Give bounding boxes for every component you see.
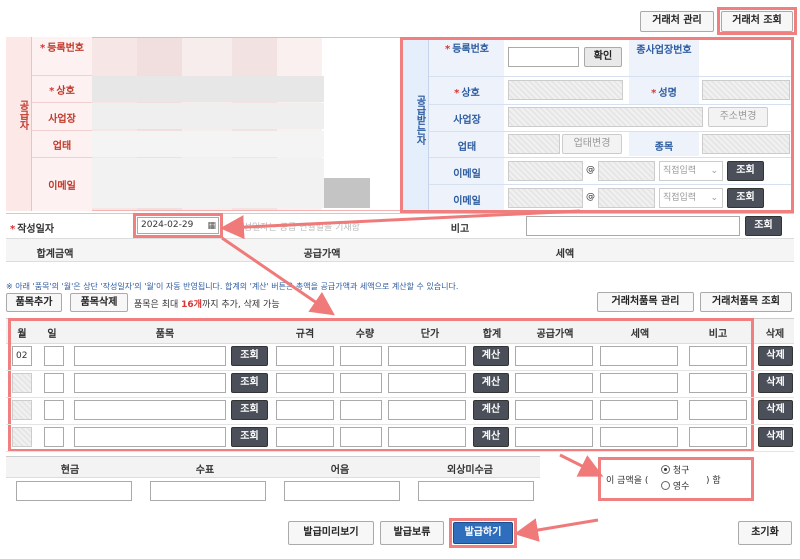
arrow-amount-to-issue [514,518,599,542]
arrow-items-to-amount [559,453,604,477]
annotation-arrows [220,209,604,542]
arrow-date-to-items [221,236,335,316]
arrow-receiver-to-date [220,209,581,240]
